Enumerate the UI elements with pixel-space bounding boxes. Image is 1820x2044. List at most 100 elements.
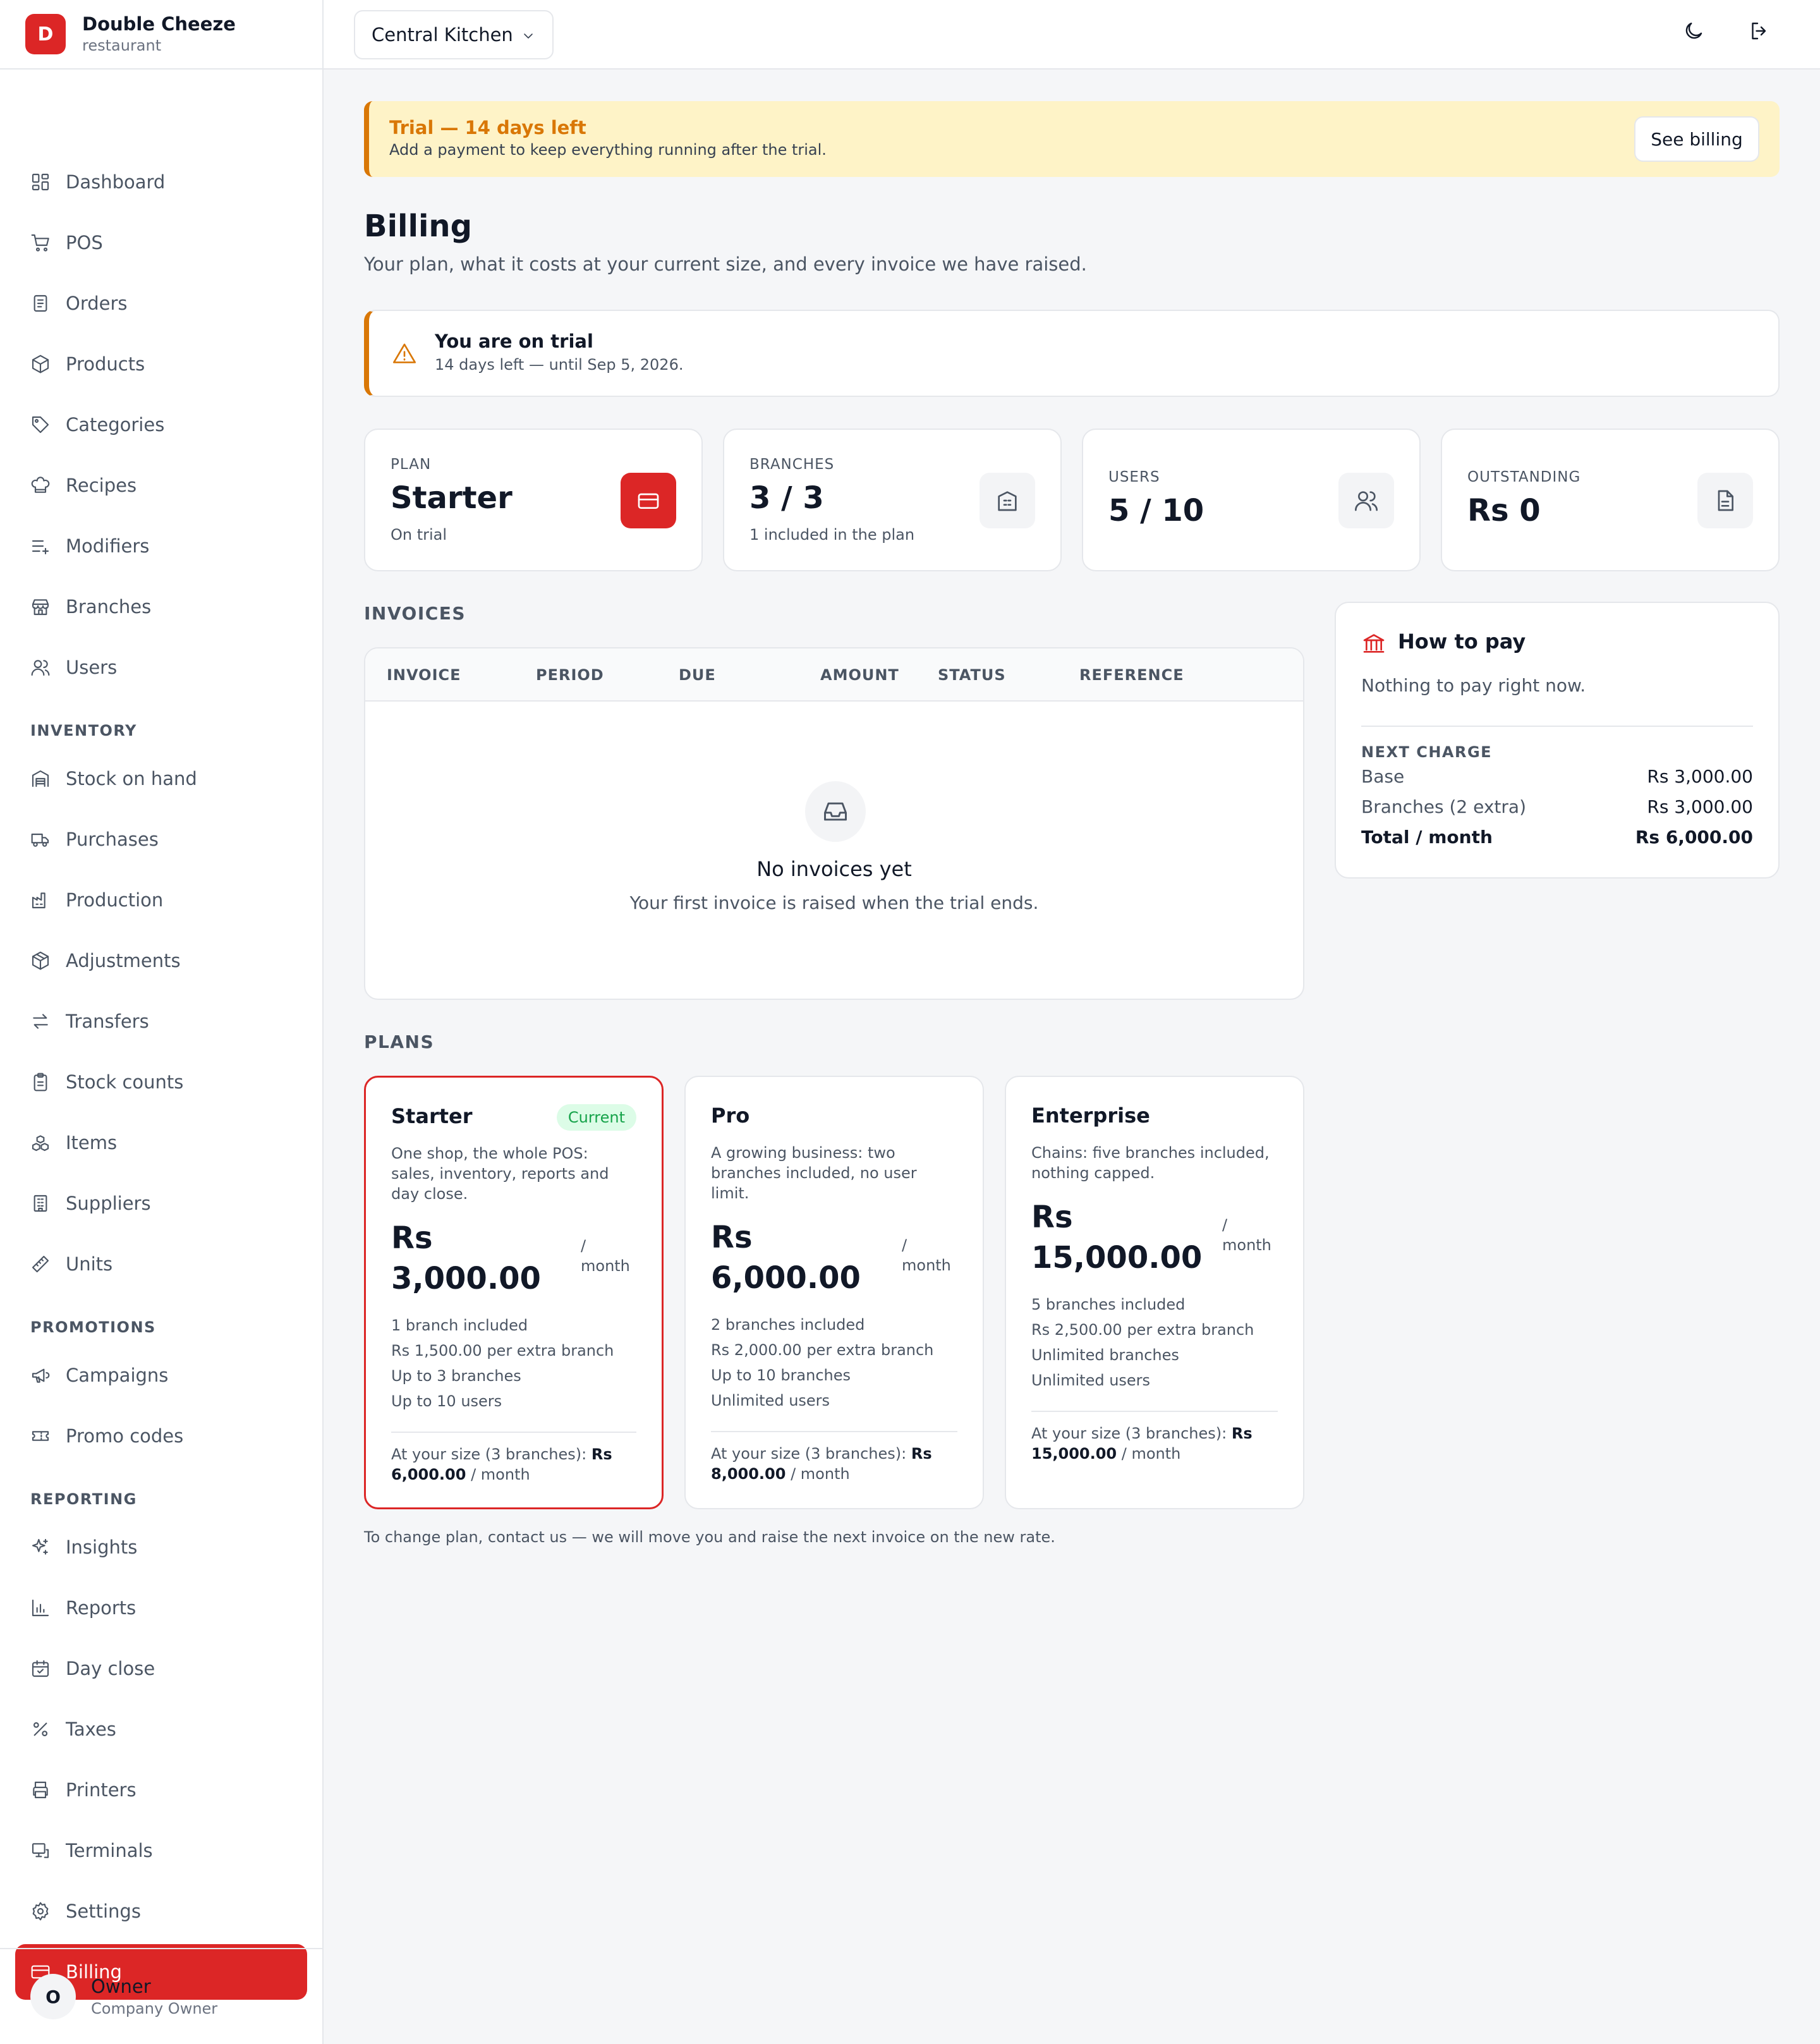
plan-card-enterprise[interactable]: Enterprise Chains: five branches include… bbox=[1005, 1076, 1304, 1509]
feature: 2 branches included bbox=[711, 1316, 865, 1334]
ruler-icon bbox=[32, 1255, 49, 1273]
empty-text: Your first invoice is raised when the tr… bbox=[629, 892, 1039, 913]
plan-description: One shop, the whole POS: sales, inventor… bbox=[391, 1145, 609, 1203]
chef-hat-icon bbox=[31, 477, 50, 493]
sidebar-item-label: Insights bbox=[66, 1536, 138, 1558]
warning-icon bbox=[393, 343, 416, 363]
stat-sub: On trial bbox=[391, 526, 447, 544]
charge-label: Base bbox=[1361, 766, 1405, 787]
megaphone-icon bbox=[32, 1368, 50, 1383]
column-header[interactable]: DUE bbox=[679, 666, 716, 684]
plan-price: 6,000.00 bbox=[711, 1260, 861, 1296]
dashboard-icon bbox=[32, 173, 49, 191]
sidebar-item-promo-codes[interactable]: Promo codes bbox=[15, 1408, 307, 1464]
sidebar-item-stock-counts[interactable]: Stock counts bbox=[15, 1054, 307, 1110]
column-header[interactable]: STATUS bbox=[938, 666, 1006, 684]
sidebar-item-label: Units bbox=[66, 1253, 113, 1275]
section-inventory: INVENTORY bbox=[30, 722, 137, 739]
charge-value: Rs 3,000.00 bbox=[1647, 796, 1753, 817]
sidebar-item-orders[interactable]: Orders bbox=[15, 276, 307, 331]
sidebar-item-products[interactable]: Products bbox=[15, 336, 307, 392]
at-size-prefix: At your size (3 branches): bbox=[1031, 1425, 1227, 1442]
sidebar-item-day-close[interactable]: Day close bbox=[15, 1641, 307, 1696]
sidebar-item-users[interactable]: Users bbox=[15, 640, 307, 695]
sidebar-item-label: Adjustments bbox=[66, 950, 181, 971]
sidebar-item-adjustments[interactable]: Adjustments bbox=[15, 933, 307, 989]
stat-value: Rs 0 bbox=[1467, 493, 1541, 528]
column-header[interactable]: INVOICE bbox=[387, 666, 461, 684]
per-slash: / bbox=[581, 1237, 586, 1255]
sidebar-item-dashboard[interactable]: Dashboard bbox=[15, 154, 307, 210]
plan-card-starter[interactable]: Starter Current One shop, the whole POS:… bbox=[364, 1076, 664, 1509]
sidebar-item-suppliers[interactable]: Suppliers bbox=[15, 1176, 307, 1231]
branch-selector[interactable]: Central Kitchen bbox=[354, 10, 554, 59]
stat-label: USERS bbox=[1108, 469, 1160, 485]
sidebar-item-label: POS bbox=[66, 232, 103, 253]
column-header[interactable]: PERIOD bbox=[536, 666, 604, 684]
column-header[interactable]: REFERENCE bbox=[1079, 666, 1184, 684]
charge-value: Rs 3,000.00 bbox=[1647, 766, 1753, 787]
sidebar-item-label: Dashboard bbox=[66, 171, 166, 193]
sidebar-item-production[interactable]: Production bbox=[15, 872, 307, 928]
sidebar-item-label: Users bbox=[66, 657, 118, 678]
plan-features: 5 branches included Rs 2,500.00 per extr… bbox=[1031, 1292, 1278, 1393]
sidebar: D Double Cheeze restaurant Dashboard POS… bbox=[0, 0, 324, 2044]
users-icon bbox=[1338, 473, 1394, 528]
charge-value: Rs 6,000.00 bbox=[1635, 827, 1753, 848]
feature: Unlimited users bbox=[711, 1392, 830, 1409]
sidebar-item-pos[interactable]: POS bbox=[15, 215, 307, 271]
sidebar-item-modifiers[interactable]: Modifiers bbox=[15, 518, 307, 574]
sidebar-item-purchases[interactable]: Purchases bbox=[15, 812, 307, 867]
trial-banner: Trial — 14 days left Add a payment to ke… bbox=[364, 101, 1780, 177]
plan-features: 1 branch included Rs 1,500.00 per extra … bbox=[391, 1313, 636, 1414]
invoices-heading: INVOICES bbox=[364, 603, 466, 624]
plan-currency: Rs bbox=[711, 1220, 753, 1255]
charge-row: Base Rs 3,000.00 bbox=[1361, 766, 1753, 787]
sidebar-item-categories[interactable]: Categories bbox=[15, 397, 307, 453]
feature: Unlimited users bbox=[1031, 1372, 1151, 1389]
feature: Rs 1,500.00 per extra branch bbox=[391, 1342, 614, 1360]
sidebar-item-transfers[interactable]: Transfers bbox=[15, 994, 307, 1049]
sidebar-item-reports[interactable]: Reports bbox=[15, 1580, 307, 1636]
moon-icon[interactable] bbox=[1682, 20, 1705, 42]
sidebar-item-label: Settings bbox=[66, 1901, 141, 1922]
logout-icon[interactable] bbox=[1748, 20, 1771, 42]
brand-logo: D bbox=[25, 14, 66, 54]
sidebar-item-settings[interactable]: Settings bbox=[15, 1883, 307, 1939]
charge-label: Total / month bbox=[1361, 827, 1493, 848]
sidebar-item-stock-on-hand[interactable]: Stock on hand bbox=[15, 751, 307, 806]
sidebar-item-insights[interactable]: Insights bbox=[15, 1519, 307, 1575]
plan-name: Enterprise bbox=[1031, 1104, 1150, 1128]
bar-chart-icon bbox=[32, 1599, 49, 1617]
stat-card-users: USERS 5 / 10 bbox=[1082, 429, 1421, 571]
tag-icon bbox=[32, 416, 49, 434]
plan-description: A growing business: two branches include… bbox=[711, 1144, 917, 1202]
sparkles-icon bbox=[32, 1538, 48, 1555]
banner-text: Add a payment to keep everything running… bbox=[389, 141, 827, 159]
sidebar-item-label: Promo codes bbox=[66, 1425, 184, 1447]
sidebar-item-branches[interactable]: Branches bbox=[15, 579, 307, 635]
user-menu[interactable]: O Owner Company Owner bbox=[0, 1948, 322, 2044]
column-header[interactable]: AMOUNT bbox=[820, 666, 899, 684]
see-billing-button[interactable]: See billing bbox=[1634, 116, 1759, 162]
list-plus-icon bbox=[32, 540, 49, 555]
chevron-down-icon bbox=[524, 33, 533, 39]
sidebar-item-label: Terminals bbox=[66, 1840, 153, 1861]
sidebar-item-campaigns[interactable]: Campaigns bbox=[15, 1347, 307, 1403]
brand-subtitle: restaurant bbox=[82, 37, 162, 54]
sidebar-item-printers[interactable]: Printers bbox=[15, 1762, 307, 1818]
sidebar-item-terminals[interactable]: Terminals bbox=[15, 1823, 307, 1878]
plan-card-pro[interactable]: Pro A growing business: two branches inc… bbox=[684, 1076, 984, 1509]
building-icon bbox=[980, 473, 1035, 528]
sidebar-item-taxes[interactable]: Taxes bbox=[15, 1701, 307, 1757]
feature: Up to 10 users bbox=[391, 1392, 502, 1410]
branch-selector-value: Central Kitchen bbox=[372, 24, 513, 46]
sidebar-item-recipes[interactable]: Recipes bbox=[15, 458, 307, 513]
sidebar-item-items[interactable]: Items bbox=[15, 1115, 307, 1171]
charge-total-row: Total / month Rs 6,000.00 bbox=[1361, 827, 1753, 848]
feature: 1 branch included bbox=[391, 1317, 528, 1334]
pay-text: Nothing to pay right now. bbox=[1361, 675, 1586, 696]
sidebar-item-units[interactable]: Units bbox=[15, 1236, 307, 1292]
feature: 5 branches included bbox=[1031, 1296, 1186, 1313]
sidebar-item-label: Recipes bbox=[66, 475, 137, 496]
